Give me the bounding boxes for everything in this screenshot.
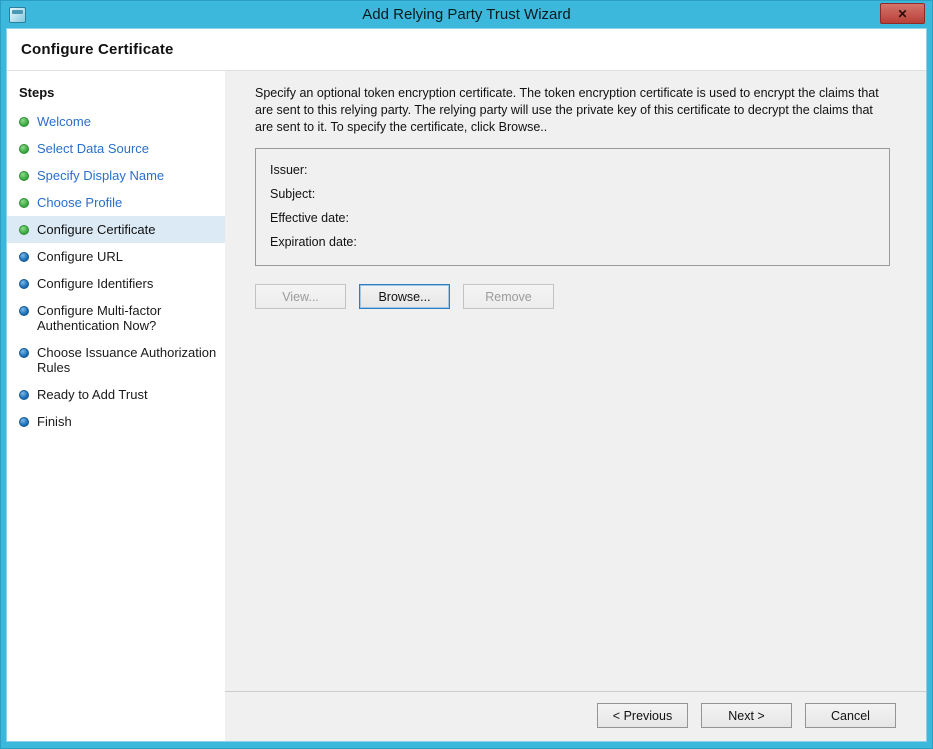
step-done-bullet-icon	[19, 144, 29, 154]
step-upcoming-bullet-icon	[19, 306, 29, 316]
sidebar-step-finish: Finish	[7, 408, 225, 435]
step-label: Configure Certificate	[37, 222, 156, 237]
sidebar-step-welcome[interactable]: Welcome	[7, 108, 225, 135]
view-button[interactable]: View...	[255, 284, 346, 309]
sidebar-step-configure-url: Configure URL	[7, 243, 225, 270]
sidebar-step-select-data-source[interactable]: Select Data Source	[7, 135, 225, 162]
window-frame: Configure Certificate Steps Welcome Sele…	[6, 28, 927, 742]
next-button[interactable]: Next >	[701, 703, 792, 728]
browse-button[interactable]: Browse...	[359, 284, 450, 309]
sidebar-step-specify-display-name[interactable]: Specify Display Name	[7, 162, 225, 189]
previous-button[interactable]: < Previous	[597, 703, 688, 728]
sidebar-step-configure-mfa: Configure Multi-factor Authentication No…	[7, 297, 225, 339]
step-label: Configure Multi-factor Authentication No…	[37, 303, 219, 333]
cancel-button[interactable]: Cancel	[805, 703, 896, 728]
content-area: Specify an optional token encryption cer…	[225, 71, 926, 741]
window-title: Add Relying Party Trust Wizard	[6, 6, 927, 23]
step-current-bullet-icon	[19, 225, 29, 235]
step-label: Welcome	[37, 114, 91, 129]
instruction-text: Specify an optional token encryption cer…	[255, 85, 890, 136]
page-header: Configure Certificate	[7, 29, 926, 71]
sidebar-step-configure-certificate: Configure Certificate	[7, 216, 225, 243]
certificate-effective-date-label: Effective date:	[270, 206, 875, 230]
step-label: Choose Issuance Authorization Rules	[37, 345, 219, 375]
certificate-subject-label: Subject:	[270, 182, 875, 206]
steps-heading: Steps	[7, 81, 225, 108]
content-body: Specify an optional token encryption cer…	[225, 71, 926, 691]
titlebar: Add Relying Party Trust Wizard ✕	[6, 1, 927, 28]
step-label: Configure Identifiers	[37, 276, 153, 291]
step-upcoming-bullet-icon	[19, 252, 29, 262]
certificate-expiration-date-label: Expiration date:	[270, 230, 875, 254]
remove-button[interactable]: Remove	[463, 284, 554, 309]
page-title: Configure Certificate	[21, 41, 174, 58]
close-icon: ✕	[897, 7, 907, 21]
wizard-window: Add Relying Party Trust Wizard ✕ Configu…	[0, 0, 933, 749]
step-done-bullet-icon	[19, 198, 29, 208]
step-label: Select Data Source	[37, 141, 149, 156]
close-button[interactable]: ✕	[880, 3, 925, 24]
sidebar-step-choose-profile[interactable]: Choose Profile	[7, 189, 225, 216]
step-label: Choose Profile	[37, 195, 122, 210]
step-upcoming-bullet-icon	[19, 279, 29, 289]
step-done-bullet-icon	[19, 117, 29, 127]
sidebar-step-issuance-authorization-rules: Choose Issuance Authorization Rules	[7, 339, 225, 381]
step-upcoming-bullet-icon	[19, 390, 29, 400]
main-area: Steps Welcome Select Data Source Specify…	[7, 71, 926, 741]
step-label: Ready to Add Trust	[37, 387, 148, 402]
wizard-footer: < Previous Next > Cancel	[225, 691, 926, 741]
steps-sidebar: Steps Welcome Select Data Source Specify…	[7, 71, 225, 741]
sidebar-step-configure-identifiers: Configure Identifiers	[7, 270, 225, 297]
step-label: Configure URL	[37, 249, 123, 264]
step-label: Finish	[37, 414, 72, 429]
certificate-actions: View... Browse... Remove	[255, 284, 890, 309]
sidebar-step-ready-to-add-trust: Ready to Add Trust	[7, 381, 225, 408]
step-upcoming-bullet-icon	[19, 348, 29, 358]
certificate-details-box: Issuer: Subject: Effective date: Expirat…	[255, 148, 890, 266]
step-label: Specify Display Name	[37, 168, 164, 183]
step-done-bullet-icon	[19, 171, 29, 181]
certificate-issuer-label: Issuer:	[270, 158, 875, 182]
step-upcoming-bullet-icon	[19, 417, 29, 427]
